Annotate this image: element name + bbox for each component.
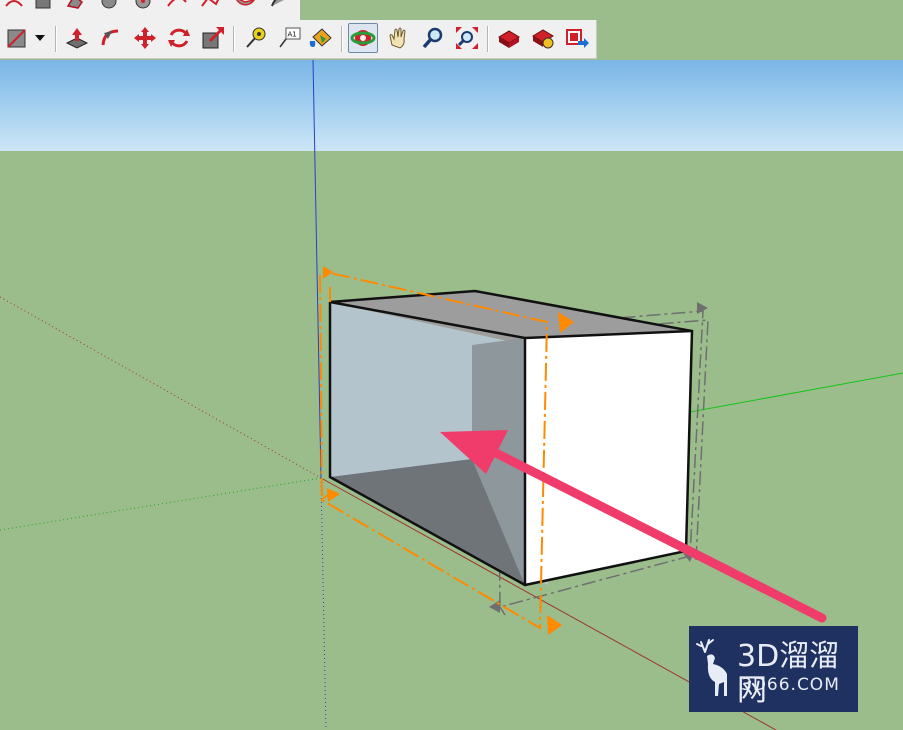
red-axis-dotted xyxy=(0,296,322,479)
blue-axis xyxy=(312,59,322,479)
box-front-face xyxy=(525,331,692,585)
watermark-domain: 3D66.COM xyxy=(741,675,840,695)
watermark-logo: 3D溜溜网 3D66.COM xyxy=(689,626,858,712)
model-viewport[interactable] xyxy=(0,0,903,730)
deer-logo-icon xyxy=(696,639,727,696)
green-axis xyxy=(689,372,903,413)
box-model[interactable] xyxy=(328,289,694,587)
blue-axis-dotted xyxy=(320,477,327,730)
watermark-title: 3D溜溜网 xyxy=(737,639,840,708)
green-axis-dotted xyxy=(0,477,322,531)
